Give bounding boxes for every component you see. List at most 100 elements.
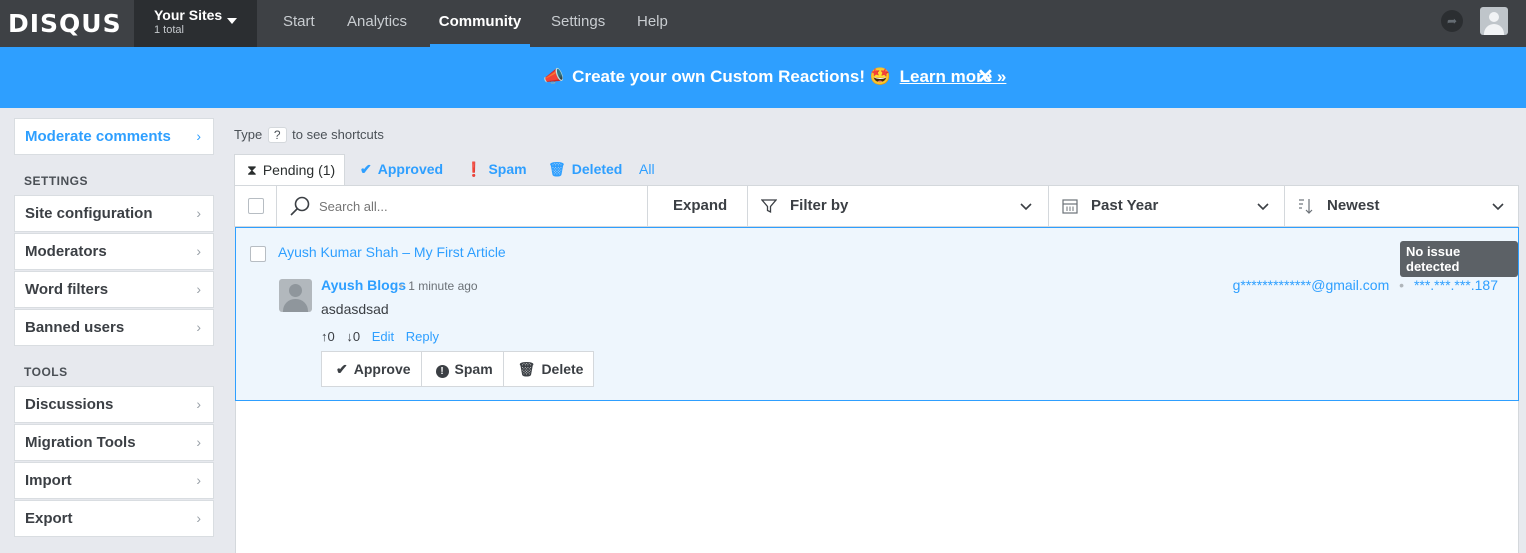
tab-label: Spam (488, 161, 527, 177)
comment-actions: ✔ Approve ! Spam 🗑 Delete (321, 351, 595, 387)
upvote-count: 0 (327, 329, 335, 344)
status-badge: No issue detected (1400, 241, 1518, 277)
sites-title: Your Sites (154, 7, 223, 23)
megaphone-icon: 📣 (543, 67, 565, 86)
chevron-right-icon: › (196, 434, 201, 450)
filter-label: Filter by (790, 197, 849, 214)
chevron-right-icon: › (196, 396, 201, 412)
approve-label: Approve (353, 361, 411, 377)
tab-spam[interactable]: ❗ Spam (465, 154, 527, 185)
tools-heading: TOOLS (24, 365, 68, 379)
spam-button[interactable]: ! Spam (422, 352, 504, 386)
tab-label: Pending (1) (262, 162, 336, 178)
user-avatar[interactable] (1480, 7, 1508, 35)
sidebar-item-label: Migration Tools (25, 434, 136, 451)
banner-content: 📣 Create your own Custom Reactions! 🤩 Lea… (543, 67, 1006, 87)
sidebar-item-label: Site configuration (25, 205, 153, 222)
select-all-cell (235, 186, 277, 226)
empty-list-area (235, 401, 1519, 553)
sidebar-item-moderators[interactable]: Moderators › (14, 233, 214, 270)
expand-button[interactable]: Expand (648, 186, 748, 226)
alert-icon: ❗ (465, 161, 483, 177)
sidebar-item-discussions[interactable]: Discussions › (14, 386, 214, 423)
sidebar-item-moderate-comments[interactable]: Moderate comments › (14, 118, 214, 155)
nav-settings[interactable]: Settings (551, 0, 605, 47)
comment-checkbox[interactable] (250, 246, 266, 262)
sort-dropdown[interactable]: Newest (1285, 186, 1518, 226)
check-icon: ✔ (336, 361, 348, 377)
trash-icon: 🗑 (517, 361, 536, 377)
reply-link[interactable]: Reply (406, 329, 439, 344)
your-sites-dropdown[interactable]: Your Sites 1 total (134, 0, 257, 47)
moderation-toolbar: Expand Filter by Past Year Newest (234, 185, 1519, 227)
comment-row: Ayush Kumar Shah – My First Article No i… (235, 227, 1519, 401)
chevron-right-icon: › (196, 128, 201, 144)
period-label: Past Year (1091, 197, 1159, 214)
tab-approved[interactable]: ✔ Approved (360, 154, 443, 185)
shortcut-key: ? (267, 127, 287, 143)
comment-votes: ↑0 ↓0 Edit Reply (321, 329, 439, 344)
caret-down-icon (227, 18, 237, 24)
downvote-count: 0 (352, 329, 361, 344)
nav-community[interactable]: Community (430, 0, 530, 47)
sidebar-item-export[interactable]: Export › (14, 500, 214, 537)
check-icon: ✔ (360, 161, 372, 177)
delete-label: Delete (541, 361, 584, 377)
chevron-down-icon (1020, 203, 1032, 211)
banner-text: Create your own Custom Reactions! 🤩 (572, 67, 891, 86)
chevron-right-icon: › (196, 281, 201, 297)
thread-link[interactable]: Ayush Kumar Shah – My First Article (278, 244, 506, 260)
chevron-right-icon: › (196, 510, 201, 526)
chevron-down-icon (1257, 203, 1269, 211)
comment-ip[interactable]: ***.***.***.187 (1414, 277, 1498, 293)
period-dropdown[interactable]: Past Year (1049, 186, 1285, 226)
comment-time: 1 minute ago (408, 279, 478, 293)
notifications-icon[interactable]: ➦ (1441, 10, 1463, 32)
comment-text: asdasdsad (321, 301, 389, 317)
spam-label: Spam (454, 361, 493, 377)
announcement-banner: 📣 Create your own Custom Reactions! 🤩 Lea… (0, 47, 1526, 108)
chevron-right-icon: › (196, 472, 201, 488)
approve-button[interactable]: ✔ Approve (322, 352, 422, 386)
chevron-down-icon (1492, 203, 1504, 211)
sidebar-item-label: Import (25, 472, 72, 489)
expand-label: Expand (673, 197, 728, 214)
search-input[interactable] (319, 194, 639, 218)
alert-icon: ! (435, 365, 449, 378)
sidebar-item-banned-users[interactable]: Banned users › (14, 309, 214, 346)
disqus-logo[interactable]: DISQUS (8, 9, 122, 38)
sidebar-item-migration-tools[interactable]: Migration Tools › (14, 424, 214, 461)
shortcuts-hint: Type ? to see shortcuts (234, 127, 384, 143)
tab-all[interactable]: All (639, 154, 655, 185)
trash-icon: 🗑 (548, 161, 566, 177)
comment-author[interactable]: Ayush Blogs (321, 277, 406, 293)
close-icon[interactable]: ✕ (977, 64, 994, 89)
edit-link[interactable]: Edit (372, 329, 394, 344)
comment-contact: g*************@gmail.com • ***.***.***.1… (1232, 277, 1498, 293)
sidebar-item-label: Moderate comments (25, 128, 171, 145)
filter-icon (761, 199, 777, 214)
tab-pending[interactable]: ⧗ Pending (1) (234, 154, 345, 185)
search-cell (277, 186, 648, 226)
nav-start[interactable]: Start (283, 0, 315, 47)
chevron-right-icon: › (196, 205, 201, 221)
nav-help[interactable]: Help (637, 0, 668, 47)
sort-icon (1299, 199, 1313, 214)
sidebar-item-import[interactable]: Import › (14, 462, 214, 499)
tab-deleted[interactable]: 🗑 Deleted (548, 154, 622, 185)
select-all-checkbox[interactable] (248, 198, 264, 214)
nav-analytics[interactable]: Analytics (347, 0, 407, 47)
sidebar-item-site-configuration[interactable]: Site configuration › (14, 195, 214, 232)
comment-email[interactable]: g*************@gmail.com (1233, 277, 1390, 293)
chevron-right-icon: › (196, 243, 201, 259)
shortcuts-text: Type (234, 127, 263, 142)
sidebar-item-label: Moderators (25, 243, 107, 260)
sidebar-item-label: Banned users (25, 319, 125, 336)
delete-button[interactable]: 🗑 Delete (504, 352, 594, 386)
sidebar-item-word-filters[interactable]: Word filters › (14, 271, 214, 308)
tab-label: Approved (377, 161, 444, 177)
calendar-icon (1062, 199, 1078, 214)
avatar[interactable] (279, 279, 312, 312)
sidebar-item-label: Word filters (25, 281, 109, 298)
filter-dropdown[interactable]: Filter by (748, 186, 1049, 226)
